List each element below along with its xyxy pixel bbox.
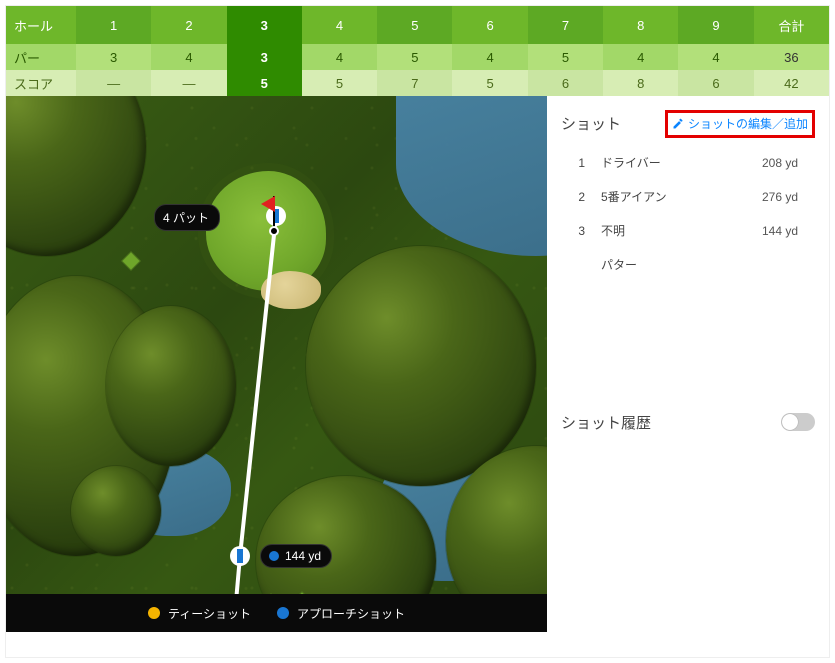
edit-shots-link[interactable]: ショットの編集／追加	[672, 115, 808, 132]
par-cell: 5	[377, 44, 452, 70]
score-cell: 6	[678, 70, 753, 96]
shot-index: 1	[561, 156, 601, 170]
score-cell: —	[76, 70, 151, 96]
shot-club: 5番アイアン	[601, 188, 745, 205]
shot-distance: 208 yd	[745, 156, 815, 170]
putt-count-badge[interactable]: 4 パット	[154, 204, 220, 231]
edit-shots-label: ショットの編集／追加	[688, 115, 808, 132]
legend-approach: アプローチショット	[277, 605, 405, 622]
approach-distance-badge[interactable]: 144 yd	[260, 544, 332, 568]
edit-link-highlight: ショットの編集／追加	[665, 110, 815, 138]
putter-row[interactable]: パター	[561, 248, 815, 282]
par-cell: 4	[452, 44, 527, 70]
hole-cell[interactable]: 2	[151, 6, 226, 44]
side-panel: ショット ショットの編集／追加 1 ドライバー 208 yd 2 5番アイアン …	[547, 96, 829, 632]
legend-dot-icon	[148, 607, 160, 619]
par-cell: 4	[678, 44, 753, 70]
pencil-icon	[672, 118, 684, 130]
hole-cell[interactable]: 7	[528, 6, 603, 44]
shot-index: 2	[561, 190, 601, 204]
total-label: 合計	[754, 6, 829, 44]
score-cell-selected: 5	[227, 70, 302, 96]
approach-distance-value: 144 yd	[285, 549, 321, 563]
sand-bunker	[261, 271, 321, 309]
trees	[106, 306, 236, 466]
putter-label: パター	[601, 256, 637, 273]
score-cell: 7	[377, 70, 452, 96]
par-total: 36	[754, 44, 829, 70]
par-cell: 4	[302, 44, 377, 70]
map-legend: ティーショット アプローチショット	[6, 594, 547, 632]
trees	[71, 466, 161, 556]
history-heading: ショット履歴	[561, 412, 651, 433]
legend-approach-label: アプローチショット	[297, 605, 405, 622]
shot-row[interactable]: 1 ドライバー 208 yd	[561, 146, 815, 180]
shot-row[interactable]: 2 5番アイアン 276 yd	[561, 180, 815, 214]
hole-cell[interactable]: 4	[302, 6, 377, 44]
shot-distance: 144 yd	[745, 224, 815, 238]
score-total: 42	[754, 70, 829, 96]
hole-flag-icon	[264, 196, 284, 236]
hole-cell-selected[interactable]: 3	[227, 6, 302, 44]
score-cell: 5	[302, 70, 377, 96]
shot-index: 3	[561, 224, 601, 238]
par-cell: 4	[151, 44, 226, 70]
par-cell-selected: 3	[227, 44, 302, 70]
scorecard-table: ホール 1 2 3 4 5 6 7 8 9 合計 パー 3 4 3 4 5 4 …	[6, 6, 829, 96]
history-toggle[interactable]	[781, 413, 815, 431]
legend-tee: ティーショット	[148, 605, 251, 622]
par-cell: 5	[528, 44, 603, 70]
score-label: スコア	[6, 70, 76, 96]
legend-tee-label: ティーショット	[168, 605, 251, 622]
score-cell: 8	[603, 70, 678, 96]
trees	[306, 246, 536, 486]
hole-cell[interactable]: 6	[452, 6, 527, 44]
score-cell: —	[151, 70, 226, 96]
hole-cell[interactable]: 9	[678, 6, 753, 44]
shot-club: 不明	[601, 222, 745, 239]
dot-icon	[269, 551, 279, 561]
shots-heading: ショット	[561, 113, 621, 134]
shot-distance: 276 yd	[745, 190, 815, 204]
legend-dot-icon	[277, 607, 289, 619]
score-cell: 6	[528, 70, 603, 96]
hole-cell[interactable]: 8	[603, 6, 678, 44]
toggle-knob-icon	[782, 414, 798, 430]
shot-club: ドライバー	[601, 154, 745, 171]
par-label: パー	[6, 44, 76, 70]
shot-row[interactable]: 3 不明 144 yd	[561, 214, 815, 248]
score-cell: 5	[452, 70, 527, 96]
hole-cell[interactable]: 5	[377, 6, 452, 44]
hole-map[interactable]: 4 パット 144 yd D 208 yd 5i 276 yd ティーショット …	[6, 96, 547, 632]
putt-count-value: 4 パット	[163, 209, 209, 226]
hole-label: ホール	[6, 6, 76, 44]
par-cell: 3	[76, 44, 151, 70]
hole-cell[interactable]: 1	[76, 6, 151, 44]
par-cell: 4	[603, 44, 678, 70]
